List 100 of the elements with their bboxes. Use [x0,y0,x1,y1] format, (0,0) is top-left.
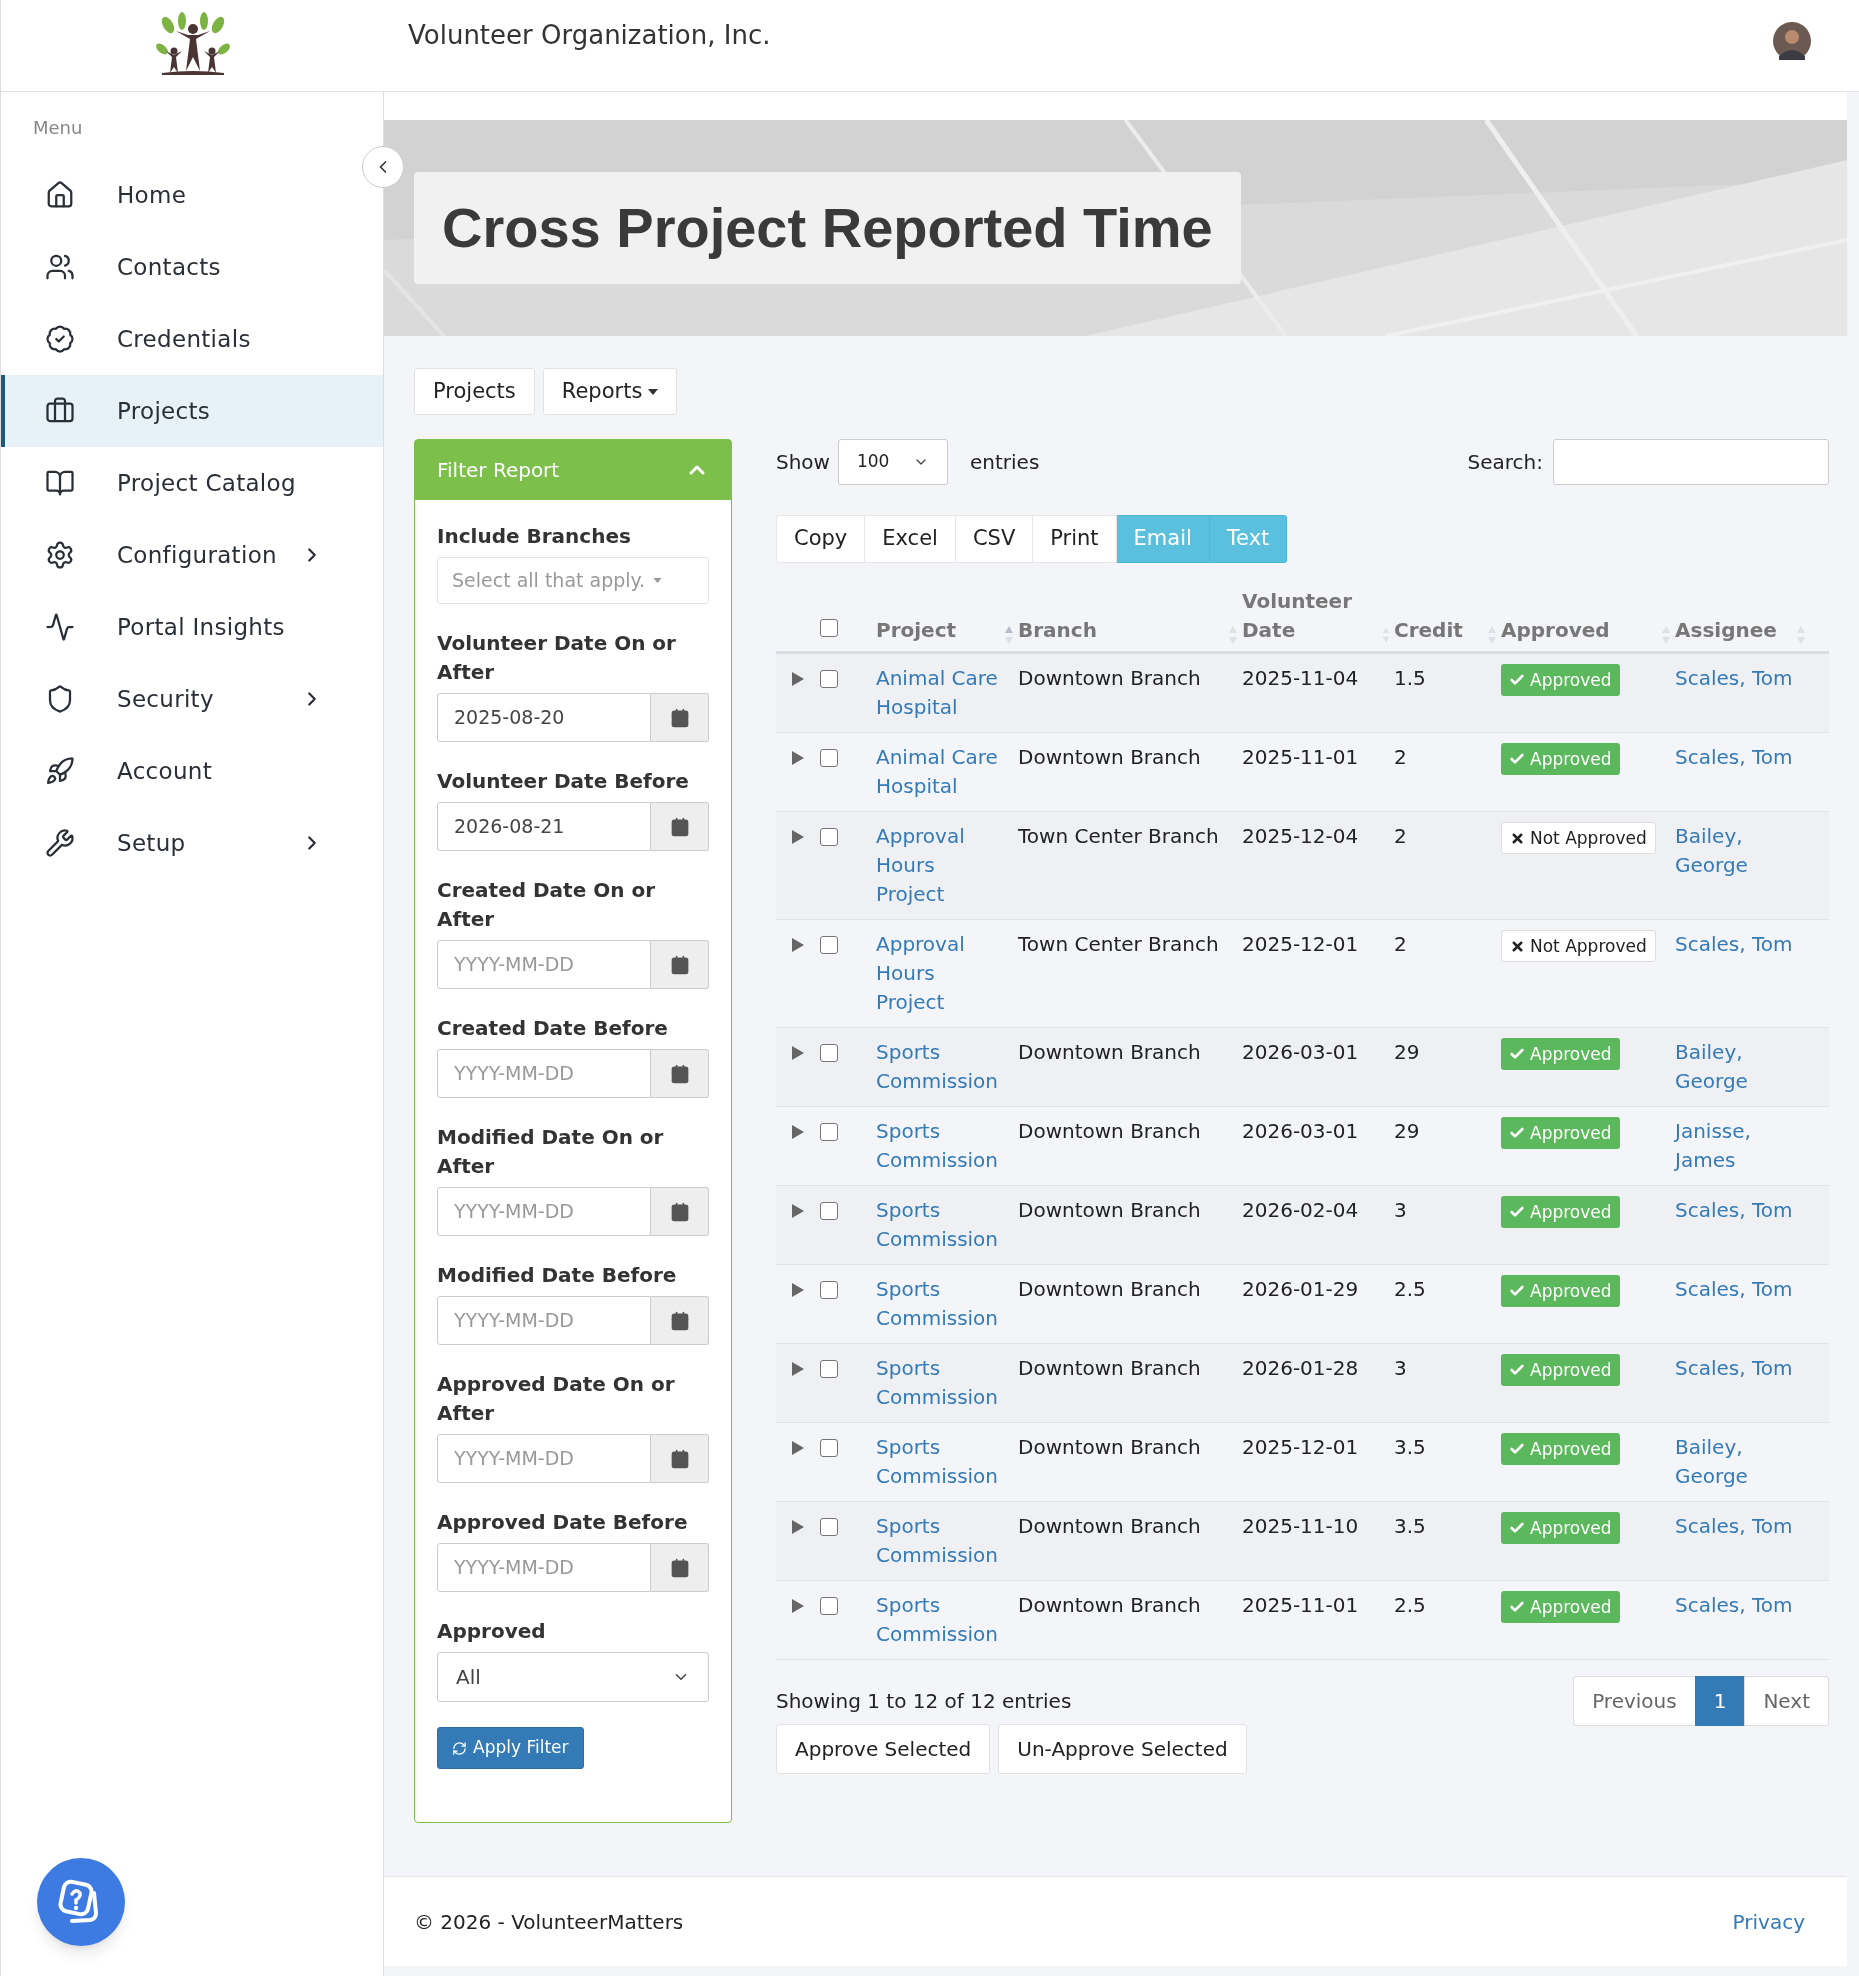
export-button[interactable]: Excel [865,515,956,563]
nav-tab[interactable]: Projects [414,368,535,415]
assignee-link[interactable]: Scales, Tom [1675,664,1810,693]
date-field[interactable]: 2026-08-21 [437,802,651,851]
avatar-icon[interactable] [1773,21,1811,60]
export-button[interactable]: CSV [955,515,1034,563]
expand-row-icon[interactable] [791,1599,805,1613]
calendar-button[interactable] [651,940,709,989]
calendar-button[interactable] [651,1049,709,1098]
date-field[interactable]: 2025-08-20 [437,693,651,742]
nav-tab[interactable]: Reports [542,368,678,415]
project-link[interactable]: Sports Commission [876,1275,1002,1333]
project-link[interactable]: Sports Commission [876,1117,1002,1175]
sidebar-item[interactable]: Contacts [1,231,383,303]
bulk-action-button[interactable]: Approve Selected [776,1724,991,1774]
expand-row-icon[interactable] [791,830,805,844]
project-link[interactable]: Sports Commission [876,1038,1002,1096]
checkbox[interactable] [820,1597,838,1615]
assignee-link[interactable]: Scales, Tom [1675,1591,1810,1620]
sidebar-item[interactable]: Home [1,159,383,231]
date-field[interactable]: YYYY-MM-DD [437,940,651,989]
project-link[interactable]: Sports Commission [876,1591,1002,1649]
search-field[interactable] [1553,439,1829,485]
checkbox[interactable] [820,1123,838,1141]
checkbox[interactable] [820,828,838,846]
project-link[interactable]: Sports Commission [876,1512,1002,1570]
assignee-link[interactable]: Scales, Tom [1675,930,1810,959]
expand-row-icon[interactable] [791,1362,805,1376]
expand-row-icon[interactable] [791,938,805,952]
expand-row-icon[interactable] [791,672,805,686]
assignee-link[interactable]: Scales, Tom [1675,743,1810,772]
calendar-button[interactable] [651,1434,709,1483]
assignee-link[interactable]: Bailey, George [1675,822,1810,880]
calendar-button[interactable] [651,1296,709,1345]
sidebar-item[interactable]: Projects [1,375,383,447]
project-link[interactable]: Sports Commission [876,1354,1002,1412]
date-field[interactable]: YYYY-MM-DD [437,1296,651,1345]
sidebar-item[interactable]: Project Catalog [1,447,383,519]
sidebar-item[interactable]: Account [1,735,383,807]
assignee-link[interactable]: Bailey, George [1675,1038,1810,1096]
column-header[interactable]: Project [876,616,957,645]
sidebar-item[interactable]: Setup [1,807,383,879]
project-link[interactable]: Sports Commission [876,1433,1002,1491]
expand-row-icon[interactable] [791,1125,805,1139]
bulk-action-button[interactable]: Un-Approve Selected [998,1724,1247,1774]
date-field[interactable]: YYYY-MM-DD [437,1434,651,1483]
calendar-button[interactable] [651,802,709,851]
expand-row-icon[interactable] [791,1046,805,1060]
checkbox[interactable] [820,936,838,954]
project-link[interactable]: Approval Hours Project [876,822,1002,909]
export-button[interactable]: Copy [776,515,866,563]
calendar-button[interactable] [651,1543,709,1592]
page-size-select[interactable]: 100 [837,439,948,485]
column-header[interactable]: Approved [1501,616,1610,645]
expand-row-icon[interactable] [791,1283,805,1297]
sidebar-item[interactable]: Security [1,663,383,735]
expand-row-icon[interactable] [791,1204,805,1218]
sidebar-item[interactable]: Credentials [1,303,383,375]
expand-row-icon[interactable] [791,1520,805,1534]
checkbox[interactable] [820,749,838,767]
checkbox[interactable] [820,1360,838,1378]
column-header[interactable]: Branch [1018,616,1097,645]
checkbox[interactable] [820,1518,838,1536]
project-link[interactable]: Approval Hours Project [876,930,1002,1017]
checkbox[interactable] [820,1202,838,1220]
expand-row-icon[interactable] [791,1441,805,1455]
assignee-link[interactable]: Janisse, James [1675,1117,1810,1175]
calendar-button[interactable] [651,1187,709,1236]
date-field[interactable]: YYYY-MM-DD [437,1543,651,1592]
sidebar-item[interactable]: Configuration [1,519,383,591]
assignee-link[interactable]: Scales, Tom [1675,1275,1810,1304]
privacy-link[interactable]: Privacy [1732,1906,1805,1937]
apply-filter-button[interactable]: Apply Filter [437,1727,584,1769]
pagination-button[interactable]: Next [1744,1676,1829,1726]
calendar-button[interactable] [651,693,709,742]
filter-panel-header[interactable]: Filter Report [415,440,731,500]
column-header[interactable]: Assignee [1675,616,1777,645]
branches-select[interactable]: Select all that apply. [437,557,709,604]
assignee-link[interactable]: Scales, Tom [1675,1512,1810,1541]
checkbox[interactable] [820,619,838,637]
expand-row-icon[interactable] [791,751,805,765]
date-field[interactable]: YYYY-MM-DD [437,1187,651,1236]
pagination-button[interactable]: Previous [1573,1676,1696,1726]
project-link[interactable]: Animal Care Hospital [876,743,1002,801]
column-header[interactable]: Credit [1394,616,1463,645]
checkbox[interactable] [820,1044,838,1062]
column-header[interactable]: Volunteer Date [1242,587,1382,645]
project-link[interactable]: Sports Commission [876,1196,1002,1254]
checkbox[interactable] [820,1439,838,1457]
date-field[interactable]: YYYY-MM-DD [437,1049,651,1098]
sidebar-item[interactable]: Portal Insights [1,591,383,663]
assignee-link[interactable]: Scales, Tom [1675,1354,1810,1383]
assignee-link[interactable]: Scales, Tom [1675,1196,1810,1225]
project-link[interactable]: Animal Care Hospital [876,664,1002,722]
export-button[interactable]: Print [1033,515,1117,563]
pagination-button[interactable]: 1 [1694,1676,1746,1726]
checkbox[interactable] [820,670,838,688]
checkbox[interactable] [820,1281,838,1299]
approved-select[interactable]: All [437,1652,709,1702]
assignee-link[interactable]: Bailey, George [1675,1433,1810,1491]
